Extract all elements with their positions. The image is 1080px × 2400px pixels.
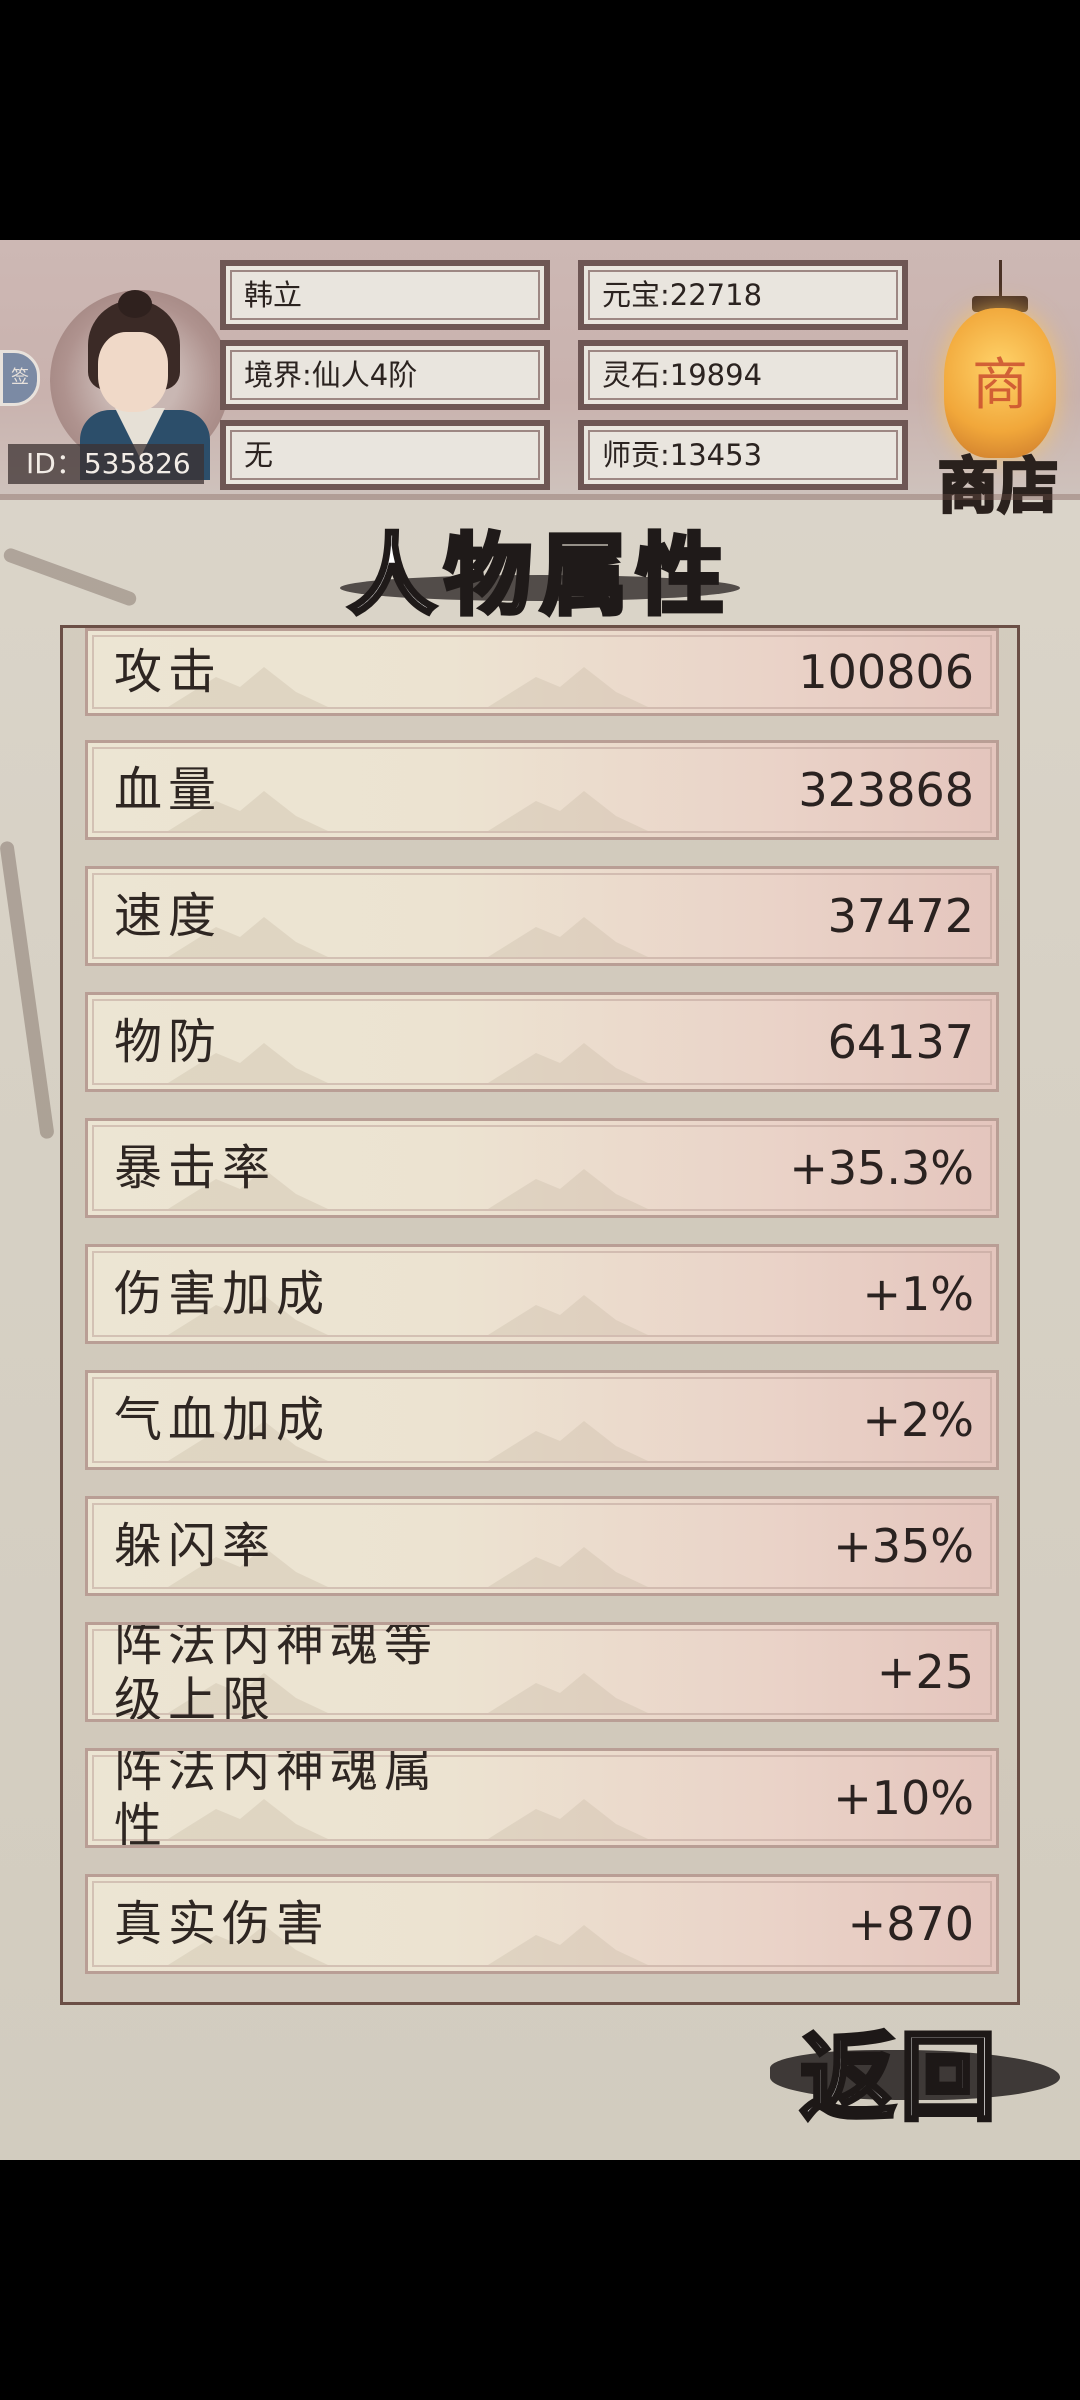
spirit-stone-field: 灵石:19894 — [578, 340, 908, 410]
stat-value: +35.3% — [789, 1141, 974, 1195]
stat-row-speed: 速度 37472 — [85, 866, 999, 966]
stat-label: 阵法内神魂等级上限 — [114, 1622, 439, 1722]
game-screen: 签 ID：535826 韩立 境界:仙人4阶 无 元宝:22718 灵石:198… — [0, 240, 1080, 2160]
stat-label: 气血加成 — [114, 1392, 331, 1448]
player-realm-field: 境界:仙人4阶 — [220, 340, 550, 410]
stat-row-damage-bonus: 伤害加成 +1% — [85, 1244, 999, 1344]
stat-value: +10% — [833, 1771, 974, 1825]
stat-label: 速度 — [114, 888, 223, 944]
stat-value: +25 — [876, 1645, 974, 1699]
stat-label: 血量 — [114, 762, 223, 818]
stat-value: +870 — [847, 1897, 974, 1951]
stat-label: 攻击 — [114, 644, 223, 700]
page-title: 人物属性 — [346, 521, 732, 629]
page-title-area: 人物属性 — [0, 505, 1080, 629]
stat-value: +2% — [862, 1393, 974, 1447]
back-button[interactable]: 返回 — [760, 2000, 1060, 2140]
branch-decoration — [0, 840, 55, 1140]
player-header: 签 ID：535826 韩立 境界:仙人4阶 无 元宝:22718 灵石:198… — [0, 240, 1080, 524]
stat-label: 阵法内神魂属性 — [114, 1748, 439, 1848]
stat-row-formation-soul-level-cap: 阵法内神魂等级上限 +25 — [85, 1622, 999, 1722]
stat-label: 真实伤害 — [114, 1896, 331, 1952]
player-name-field: 韩立 — [220, 260, 550, 330]
player-id: ID：535826 — [8, 444, 204, 484]
stat-row-dodge-rate: 躲闪率 +35% — [85, 1496, 999, 1596]
stat-value: 323868 — [798, 763, 974, 817]
stat-row-hp: 血量 323868 — [85, 740, 999, 840]
stat-row-true-damage: 真实伤害 +870 — [85, 1874, 999, 1974]
stat-row-formation-soul-attribute: 阵法内神魂属性 +10% — [85, 1748, 999, 1848]
stat-label: 暴击率 — [114, 1140, 277, 1196]
stat-value: +35% — [833, 1519, 974, 1573]
navigation-bar-area — [0, 2160, 1080, 2400]
character-portrait — [60, 290, 210, 480]
stat-label: 物防 — [114, 1014, 223, 1070]
stat-value: 100806 — [798, 645, 974, 699]
lantern-char: 商 — [972, 353, 1028, 418]
back-label: 返回 — [798, 2019, 1000, 2136]
stat-value: 64137 — [827, 1015, 974, 1069]
contribution-field: 师贡:13453 — [578, 420, 908, 490]
stat-row-attack: 攻击 100806 — [85, 628, 999, 716]
stat-row-defense: 物防 64137 — [85, 992, 999, 1092]
stat-label: 伤害加成 — [114, 1266, 331, 1322]
stat-row-hp-bonus: 气血加成 +2% — [85, 1370, 999, 1470]
shop-button[interactable]: 商 商店 — [928, 260, 1068, 524]
stat-value: 37472 — [827, 889, 974, 943]
stat-label: 躲闪率 — [114, 1518, 277, 1574]
stats-panel[interactable]: 攻击 100806 血量 323868 速度 37472 物防 64137 暴击… — [60, 625, 1020, 2005]
stat-value: +1% — [862, 1267, 974, 1321]
ingot-field: 元宝:22718 — [578, 260, 908, 330]
player-sect-field: 无 — [220, 420, 550, 490]
status-bar-area — [0, 0, 1080, 240]
stat-row-crit-rate: 暴击率 +35.3% — [85, 1118, 999, 1218]
